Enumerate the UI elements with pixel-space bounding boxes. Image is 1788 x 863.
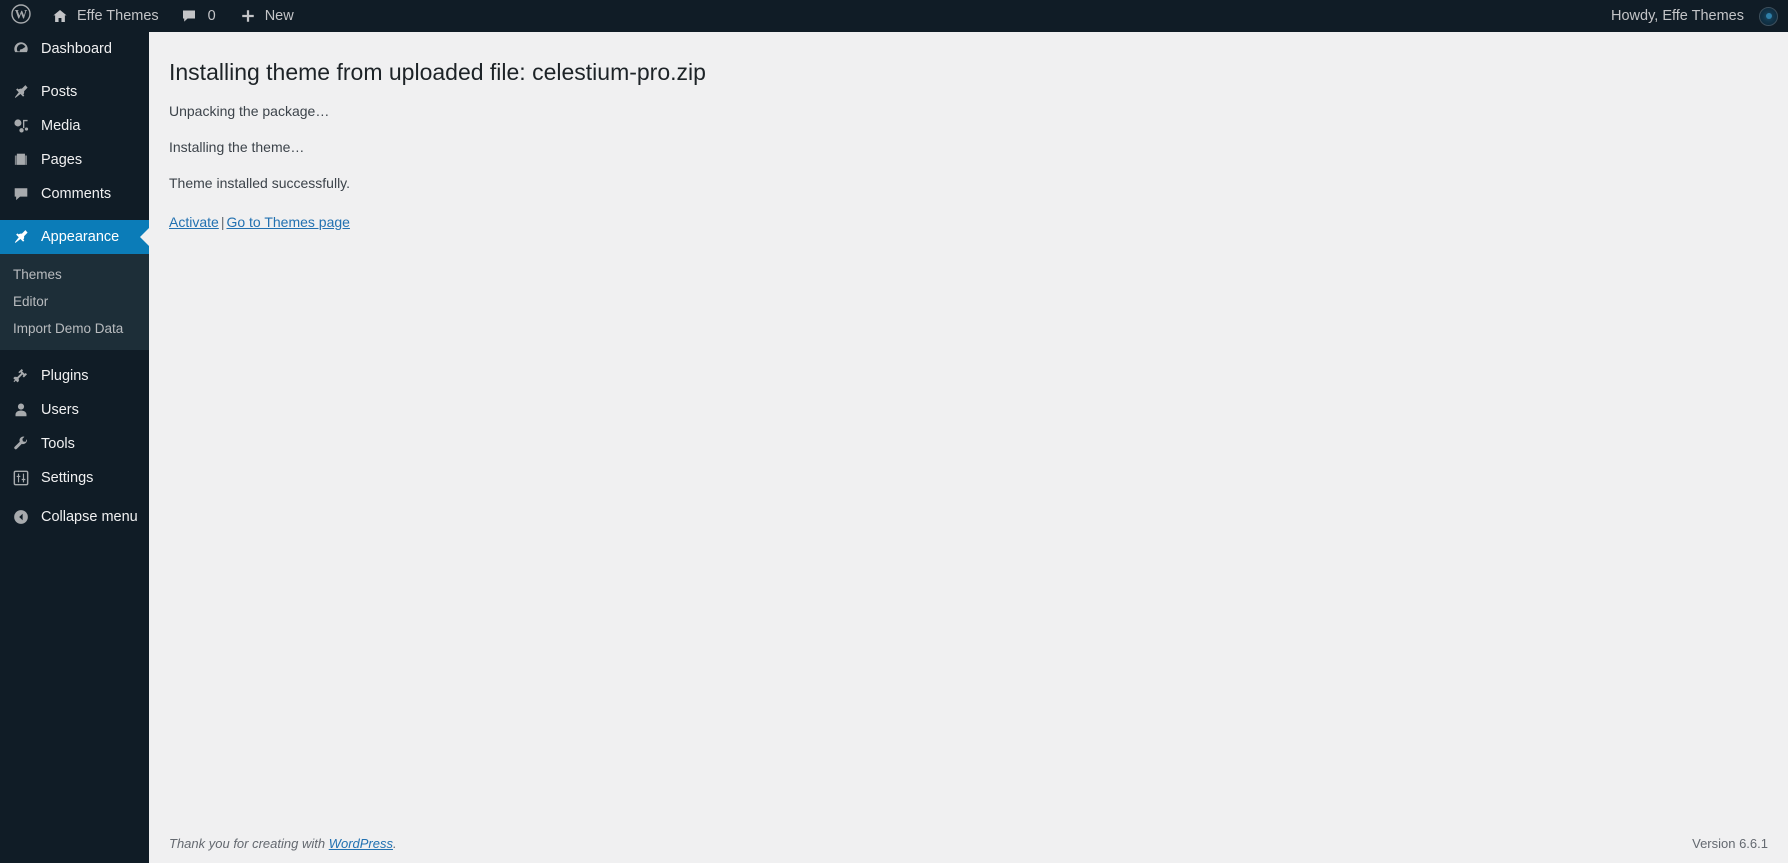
appearance-submenu: Themes Editor Import Demo Data [0, 254, 149, 350]
new-content-menu[interactable]: New [228, 0, 304, 32]
status-installed: Theme installed successfully. [169, 174, 351, 191]
admin-bar: W Effe Themes 0 New Howdy, Effe Themes [0, 0, 1788, 32]
settings-sliders-icon [11, 468, 31, 488]
sidebar-item-plugins[interactable]: Plugins [0, 359, 149, 393]
admin-menu-list: Dashboard Posts Media Pages Comments App… [0, 32, 149, 534]
footer-thanks-prefix: Thank you for creating with [169, 835, 329, 851]
site-name-menu[interactable]: Effe Themes [40, 0, 169, 32]
collapse-menu-label: Collapse menu [41, 509, 138, 525]
sidebar-item-tools[interactable]: Tools [0, 427, 149, 461]
menu-separator [0, 66, 149, 75]
plugin-icon [11, 366, 31, 386]
wrench-icon [11, 434, 31, 454]
dashboard-icon [11, 39, 31, 59]
collapse-arrow-icon [11, 507, 31, 527]
submenu-item-import-demo-data[interactable]: Import Demo Data [0, 315, 149, 342]
menu-separator [0, 211, 149, 220]
submenu-item-editor[interactable]: Editor [0, 288, 149, 315]
media-icon [11, 116, 31, 136]
comment-bubble-icon [11, 184, 31, 204]
sidebar-item-pages[interactable]: Pages [0, 143, 149, 177]
sidebar-item-label: Comments [41, 185, 112, 202]
sidebar-item-label: Users [41, 401, 79, 418]
comments-menu[interactable]: 0 [169, 0, 228, 32]
sidebar-item-comments[interactable]: Comments [0, 177, 149, 211]
new-content-label: New [264, 8, 294, 24]
sidebar-item-label: Pages [41, 151, 83, 168]
paintbrush-icon [11, 227, 31, 247]
wordpress-logo-icon: W [11, 4, 31, 28]
sidebar-item-posts[interactable]: Posts [0, 75, 149, 109]
sidebar-item-label: Dashboard [41, 40, 112, 57]
pin-icon [11, 82, 31, 102]
home-icon [50, 6, 70, 26]
install-actions: Activate | Go to Themes page [169, 212, 1768, 233]
sidebar-item-label: Media [41, 117, 81, 134]
content-body: Installing theme from uploaded file: cel… [149, 32, 1788, 863]
howdy-label: Howdy, Effe Themes [1611, 8, 1744, 24]
go-to-themes-page-link[interactable]: Go to Themes page [226, 214, 349, 230]
wordpress-logo-menu[interactable]: W [0, 0, 40, 32]
svg-text:W: W [15, 8, 28, 22]
footer-version: Version 6.6.1 [1692, 835, 1768, 851]
activate-link[interactable]: Activate [169, 214, 219, 230]
submenu-item-themes[interactable]: Themes [0, 261, 149, 288]
status-unpacking: Unpacking the package… [169, 102, 330, 119]
status-installing: Installing the theme… [169, 138, 305, 155]
admin-bar-spacer [304, 0, 1601, 32]
plus-icon [238, 6, 258, 26]
sidebar-item-label: Posts [41, 83, 78, 100]
comment-bubble-icon [179, 6, 199, 26]
collapse-menu-button[interactable]: Collapse menu [0, 500, 149, 534]
sidebar-item-media[interactable]: Media [0, 109, 149, 143]
my-account-menu[interactable]: Howdy, Effe Themes [1601, 0, 1788, 32]
footer-thanks: Thank you for creating with WordPress. [169, 836, 397, 851]
footer-thanks-suffix: . [393, 835, 397, 851]
site-name-label: Effe Themes [77, 8, 159, 24]
admin-sidebar: Dashboard Posts Media Pages Comments App… [0, 32, 149, 863]
user-icon [11, 400, 31, 420]
content-area: Installing theme from uploaded file: cel… [149, 32, 1788, 863]
sidebar-item-label: Plugins [41, 367, 89, 384]
sidebar-item-label: Appearance [41, 228, 120, 245]
sidebar-item-settings[interactable]: Settings [0, 461, 149, 495]
sidebar-item-appearance[interactable]: Appearance [0, 220, 149, 254]
sidebar-item-users[interactable]: Users [0, 393, 149, 427]
admin-footer: Thank you for creating with WordPress. V… [149, 823, 1788, 863]
sidebar-item-label: Tools [41, 435, 75, 452]
pages-icon [11, 150, 31, 170]
menu-separator [0, 350, 149, 359]
appearance-submenu-wrap: Themes Editor Import Demo Data [0, 254, 149, 350]
sidebar-item-dashboard[interactable]: Dashboard [0, 32, 149, 66]
wordpress-link[interactable]: WordPress [329, 836, 393, 851]
comments-count: 0 [207, 8, 216, 24]
page-title: Installing theme from uploaded file: cel… [169, 59, 706, 85]
avatar [1759, 6, 1778, 26]
sidebar-item-label: Settings [41, 469, 94, 486]
